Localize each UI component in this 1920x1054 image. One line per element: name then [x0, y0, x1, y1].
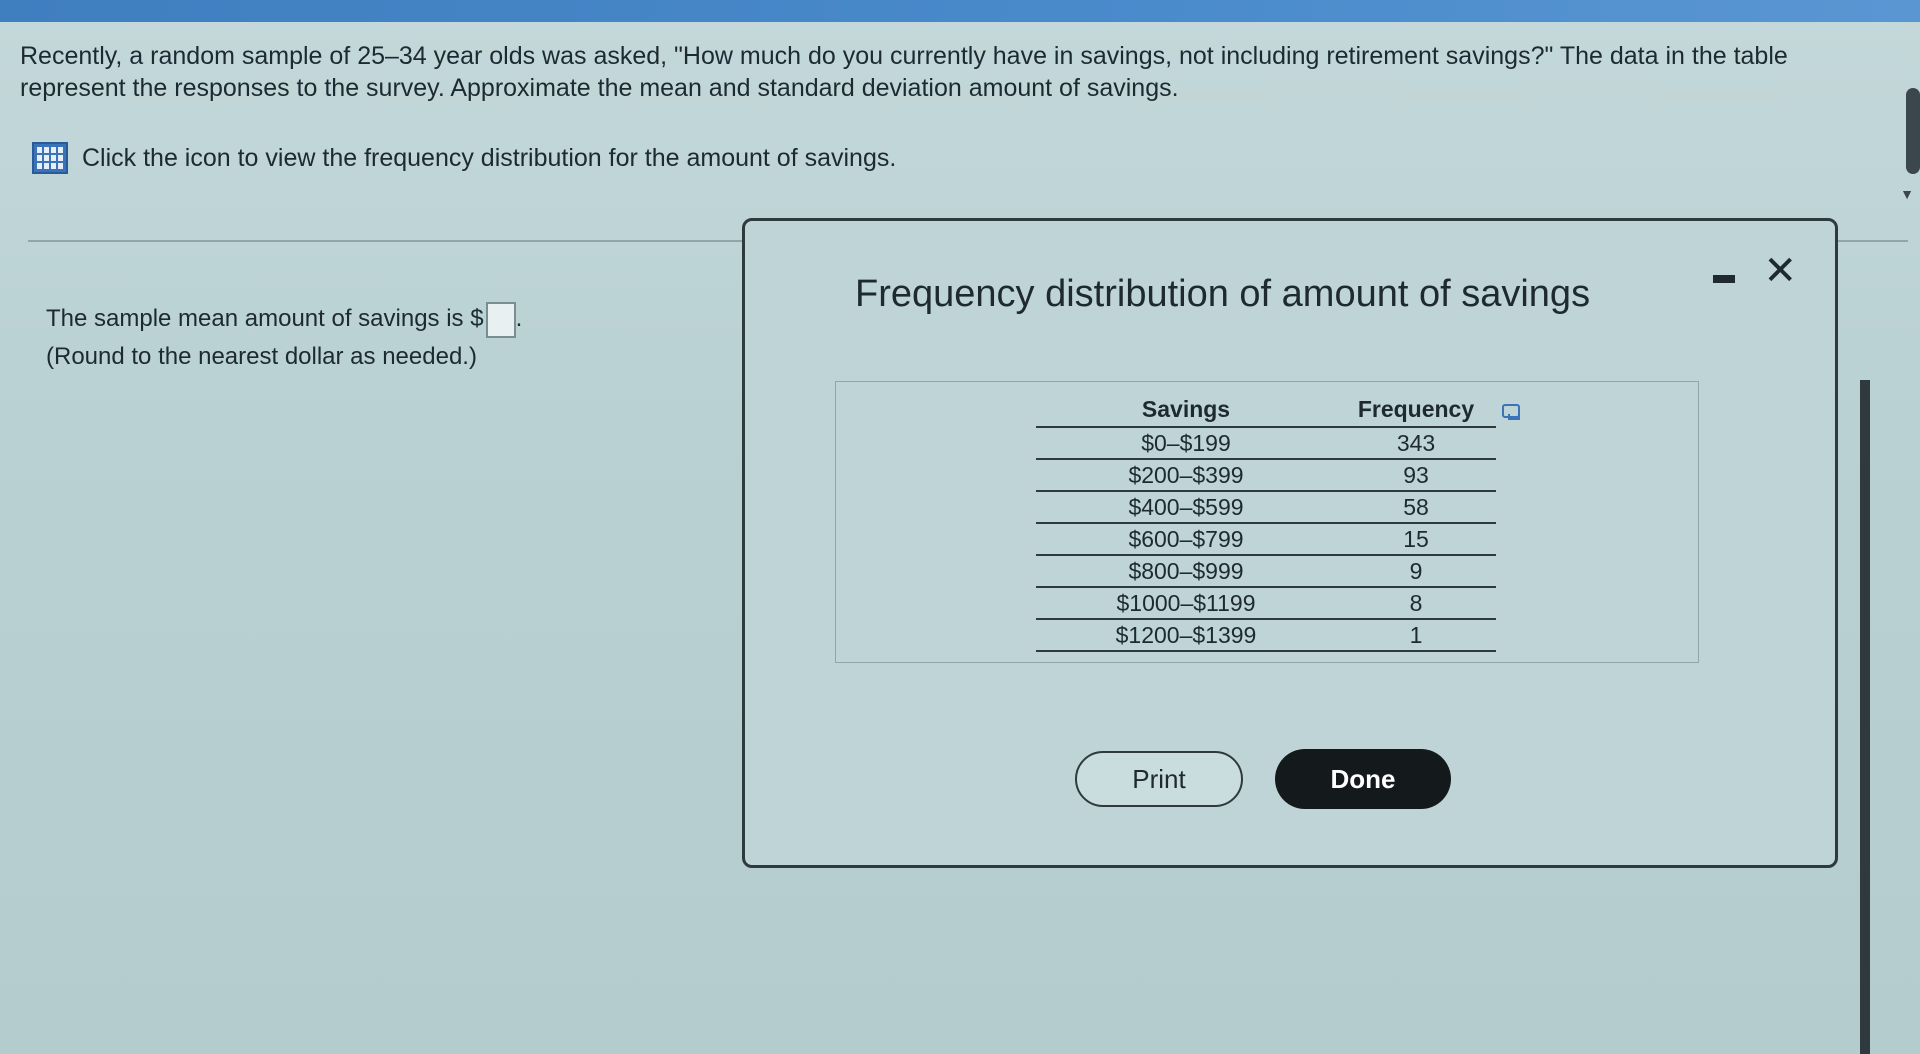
table-row: $800–$999 9 — [1036, 555, 1496, 588]
table-row: $600–$799 15 — [1036, 523, 1496, 556]
rounding-note: (Round to the nearest dollar as needed.) — [46, 343, 477, 370]
header-frequency: Frequency — [1336, 392, 1496, 428]
table-row: $200–$399 93 — [1036, 459, 1496, 492]
frequency-cell: 1 — [1336, 619, 1496, 652]
frequency-table: Savings Frequency $0–$199 343 $200–$399 … — [1036, 392, 1496, 652]
table-row: $1200–$1399 1 — [1036, 619, 1496, 652]
mean-answer-input[interactable] — [485, 301, 516, 338]
savings-cell: $800–$999 — [1036, 555, 1336, 588]
savings-cell: $0–$199 — [1036, 427, 1336, 460]
frequency-cell: 343 — [1336, 427, 1496, 460]
frequency-cell: 93 — [1336, 459, 1496, 492]
close-icon[interactable]: ✕ — [1763, 251, 1797, 291]
frequency-cell: 9 — [1336, 555, 1496, 588]
table-row: $400–$599 58 — [1036, 491, 1496, 524]
print-button[interactable]: Print — [1075, 751, 1243, 807]
table-grid-icon[interactable] — [32, 142, 68, 174]
savings-cell: $1200–$1399 — [1036, 619, 1336, 652]
table-frame: Savings Frequency $0–$199 343 $200–$399 … — [835, 381, 1699, 663]
savings-cell: $200–$399 — [1036, 459, 1336, 492]
frequency-cell: 15 — [1336, 523, 1496, 556]
copy-data-icon[interactable] — [1502, 404, 1520, 420]
frequency-cell: 58 — [1336, 491, 1496, 524]
answer-suffix: . — [515, 305, 523, 332]
frequency-cell: 8 — [1336, 587, 1496, 620]
savings-cell: $600–$799 — [1036, 523, 1336, 556]
header-savings: Savings — [1036, 392, 1336, 428]
answer-prefix: The sample mean amount of savings is $ — [46, 305, 484, 332]
scrollbar-thumb[interactable] — [1906, 88, 1920, 174]
table-row: $0–$199 343 — [1036, 427, 1496, 460]
screen: Recently, a random sample of 25–34 year … — [0, 0, 1920, 1054]
frequency-link-row: Click the icon to view the frequency dis… — [32, 142, 896, 174]
scroll-down-icon[interactable]: ▼ — [1900, 186, 1914, 202]
answer-line: The sample mean amount of savings is $. — [46, 300, 522, 338]
done-button[interactable]: Done — [1275, 749, 1451, 809]
minimize-icon[interactable] — [1713, 275, 1735, 283]
frequency-dialog: Frequency distribution of amount of savi… — [742, 218, 1838, 868]
dialog-title: Frequency distribution of amount of savi… — [855, 273, 1591, 315]
monitor-edge — [1860, 380, 1870, 1054]
top-bar — [0, 0, 1920, 22]
savings-cell: $400–$599 — [1036, 491, 1336, 524]
table-row: $1000–$1199 8 — [1036, 587, 1496, 620]
question-text: Recently, a random sample of 25–34 year … — [20, 42, 1788, 102]
table-header-row: Savings Frequency — [1036, 392, 1496, 428]
frequency-link-text: Click the icon to view the frequency dis… — [82, 143, 897, 172]
savings-cell: $1000–$1199 — [1036, 587, 1336, 620]
answer-panel: The sample mean amount of savings is $. … — [46, 300, 522, 376]
